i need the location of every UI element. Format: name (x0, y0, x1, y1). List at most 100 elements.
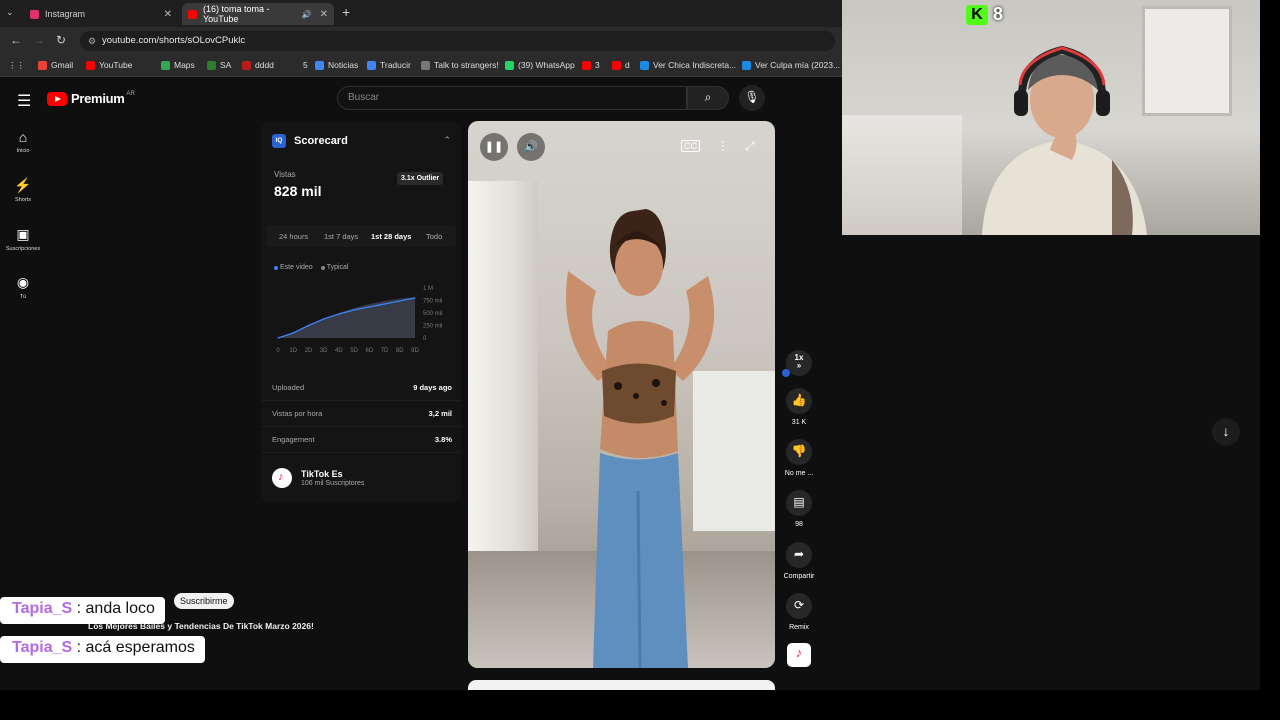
search-input[interactable]: Buscar (337, 86, 687, 110)
data-point (353, 309, 355, 311)
sound-source-thumbnail[interactable]: ♪ (787, 643, 811, 667)
screen: ⌄ Instagram ✕ (16) toma toma - YouTube 🔊… (0, 0, 1280, 720)
kick-logo-icon: K (966, 4, 988, 25)
next-short-preview[interactable] (468, 680, 775, 690)
sidebar-item-label: Tú (19, 294, 27, 300)
bookmark-maps[interactable]: Maps (161, 60, 195, 70)
pause-button[interactable]: ❚❚ (480, 133, 508, 161)
captions-icon[interactable]: CC (681, 140, 700, 152)
channel-link[interactable]: TikTok Es 106 mil Suscriptores (272, 468, 364, 488)
x-tick-label: 7D (381, 348, 389, 354)
comments-button[interactable]: ▤ 98 (781, 490, 817, 528)
tiktok-avatar (272, 468, 292, 488)
forward-icon[interactable]: → (33, 33, 45, 47)
bookmark-5[interactable]: 5 (290, 60, 308, 70)
voice-search-button[interactable]: 🎙 (739, 85, 765, 111)
remix-button[interactable]: ⟳ Remix (781, 593, 817, 631)
translate-icon (367, 60, 376, 70)
tab-first-7-days[interactable]: 1st 7 days (324, 232, 358, 241)
stat-label: Vistas por hora (272, 409, 323, 418)
playlist-title[interactable]: Los Mejores Bailes y Tendencias De TikTo… (88, 621, 314, 631)
fast-forward-icon: » (796, 361, 802, 370)
search-button[interactable]: ⌕ (687, 86, 729, 110)
next-video-button[interactable]: ↓ (1212, 418, 1240, 446)
sidebar-item-home[interactable]: ⌂ Inicio (0, 129, 46, 154)
bookmark-dddd[interactable]: dddd (242, 60, 274, 70)
chat-username: Tapia_S (12, 600, 73, 617)
site-info-icon[interactable]: ⚙ (88, 36, 96, 47)
outlier-badge: 3.1x Outlier (397, 172, 444, 185)
bookmark-culpa[interactable]: Ver Culpa mía (2023... (742, 60, 840, 70)
bookmark-d[interactable]: d (612, 60, 630, 70)
tab-youtube[interactable]: (16) toma toma - YouTube 🔊 ✕ (182, 3, 334, 25)
data-point (277, 337, 279, 339)
tab-search-button[interactable]: ⌄ (6, 7, 14, 18)
like-count: 31 K (791, 419, 807, 426)
streamer-figure (982, 45, 1147, 235)
x-tick-label: 8D (396, 348, 404, 354)
x-tick-label: 1D (289, 348, 297, 354)
legend-label: Typical (326, 264, 349, 271)
bookmark-noticias[interactable]: Noticias (315, 60, 358, 70)
x-tick-label: 0 (276, 348, 280, 354)
reload-icon[interactable]: ↻ (56, 33, 66, 47)
close-tab-icon[interactable]: ✕ (320, 9, 328, 20)
bookmark-traducir[interactable]: Traducir (367, 60, 411, 70)
chart-legend: Este video Typical (274, 264, 348, 271)
tab-24-hours[interactable]: 24 hours (279, 232, 308, 241)
menu-icon[interactable]: ☰ (17, 91, 31, 111)
like-button[interactable]: 👍 31 K (781, 388, 817, 426)
microphone-icon: 🎙 (744, 90, 760, 104)
tab-first-28-days[interactable]: 1st 28 days (371, 232, 411, 241)
shorts-video-player[interactable]: ❚❚ 🔊 CC ⋮ ⤢ (468, 121, 775, 668)
sidebar-item-subscriptions[interactable]: ▣ Suscripciones (0, 226, 46, 252)
more-options-icon[interactable]: ⋮ (717, 139, 729, 153)
dislike-button[interactable]: 👎 No me ... (781, 439, 817, 477)
x-tick-label: 3D (320, 348, 328, 354)
tab-todo[interactable]: Todo (426, 232, 442, 241)
thumbs-down-icon: 👎 (786, 439, 812, 465)
news-icon (315, 60, 324, 70)
bookmark-youtube[interactable]: YouTube (86, 60, 132, 70)
y-tick-label: 250 mil (423, 324, 442, 330)
tab-instagram[interactable]: Instagram ✕ (24, 3, 178, 25)
channel-name: TikTok Es (301, 469, 343, 479)
bookmarks-bar: ⋮⋮ Gmail YouTube Maps SA dddd 5 Noticias… (0, 55, 842, 77)
collapse-icon[interactable]: ⌃ (443, 135, 451, 146)
bookmark-sa[interactable]: SA (207, 60, 231, 70)
x-tick-label: 9D (411, 348, 419, 354)
address-bar-row: ← → ↻ ⚙ youtube.com/shorts/sOLovCPuklc (0, 27, 842, 55)
sidebar-item-label: Inicio (16, 148, 30, 154)
logo-text: Premium (71, 91, 125, 106)
dislike-label: No me ... (784, 470, 814, 477)
back-icon[interactable]: ← (10, 33, 22, 47)
subscribe-button[interactable]: Suscribirme (174, 593, 234, 609)
sidebar-item-shorts[interactable]: ⚡ Shorts (0, 177, 46, 203)
data-point (414, 297, 416, 299)
tab-audio-icon[interactable]: 🔊 (302, 10, 312, 19)
y-tick-label: 1 M (423, 286, 433, 292)
subscriptions-icon: ▣ (16, 226, 30, 242)
stat-row-views-per-hour: Vistas por hora 3,2 mil (261, 401, 461, 427)
youtube-icon (86, 60, 95, 70)
share-button[interactable]: ➦ Compartir (781, 542, 817, 580)
bookmark-3[interactable]: 3 (582, 60, 600, 70)
volume-button[interactable]: 🔊 (517, 133, 545, 161)
bookmark-whatsapp[interactable]: (39) WhatsApp (505, 60, 575, 70)
youtube-logo-icon (47, 91, 67, 106)
new-tab-button[interactable]: + (342, 4, 350, 20)
youtube-premium-logo[interactable]: Premium AR (47, 91, 135, 106)
sa-icon (207, 60, 216, 70)
url-field[interactable]: ⚙ youtube.com/shorts/sOLovCPuklc (80, 31, 835, 51)
url-text: youtube.com/shorts/sOLovCPuklc (102, 35, 246, 46)
close-tab-icon[interactable]: ✕ (164, 9, 172, 20)
apps-icon[interactable]: ⋮⋮ (8, 60, 25, 71)
share-label: Compartir (783, 573, 815, 580)
bookmark-gmail[interactable]: Gmail (38, 60, 73, 70)
scorecard-title: Scorecard (294, 135, 348, 147)
fullscreen-icon[interactable]: ⤢ (745, 139, 755, 154)
sidebar-item-you[interactable]: ◉ Tú (0, 274, 46, 300)
bookmark-chica[interactable]: Ver Chica Indiscreta... (640, 60, 736, 70)
x-tick-label: 2D (305, 348, 313, 354)
bookmark-talk[interactable]: Talk to strangers! (421, 60, 499, 70)
